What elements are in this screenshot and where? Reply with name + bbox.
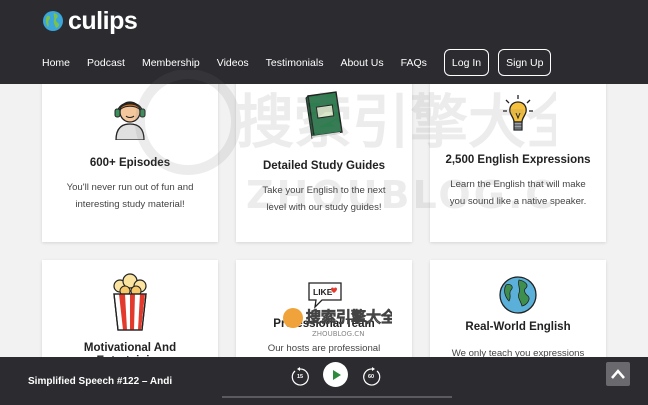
logo[interactable]: culips (42, 7, 138, 35)
card-description: We only teach you expressions (451, 348, 585, 357)
signup-button[interactable]: Sign Up (498, 49, 552, 76)
feature-card-professional-team: LIKE Professional Team Our hosts are pro… (236, 260, 412, 357)
login-button[interactable]: Log In (443, 49, 490, 76)
feature-card-motivational: Motivational And Entertaining (42, 260, 218, 357)
skip-forward-seconds: 60 (368, 374, 375, 380)
nav-videos[interactable]: Videos (217, 57, 249, 69)
nav-podcast[interactable]: Podcast (87, 57, 125, 69)
play-button[interactable] (323, 362, 348, 387)
feature-card-study-guides: Detailed Study Guides Take your English … (236, 84, 412, 242)
card-title: Real-World English (465, 321, 571, 333)
track-title: Simplified Speech #122 – Andi (28, 376, 173, 387)
chevron-up-icon (611, 369, 625, 379)
main-nav: Home Podcast Membership Videos Testimoni… (42, 49, 560, 76)
card-title: 600+ Episodes (89, 157, 171, 169)
skip-back-button[interactable]: 15 (289, 366, 311, 388)
feature-card-expressions: 2,500 English Expressions Learn the Engl… (430, 84, 606, 242)
card-title: Motivational And Entertaining (83, 342, 177, 357)
nav-home[interactable]: Home (42, 57, 70, 69)
nav-about-us[interactable]: About Us (340, 57, 383, 69)
globe-icon (499, 276, 537, 314)
feature-card-episodes: 600+ Episodes You'll never run out of fu… (42, 84, 218, 242)
card-title: Detailed Study Guides (262, 160, 386, 172)
feature-card-real-world-english: Real-World English We only teach you exp… (430, 260, 606, 357)
card-description: Our hosts are professional (267, 343, 381, 354)
skip-back-seconds: 15 (297, 374, 304, 380)
site-header: culips Home Podcast Membership Videos Te… (0, 0, 648, 84)
card-description: Learn the English that will make you sou… (449, 179, 587, 207)
card-description: Take your English to the next level with… (262, 185, 386, 213)
scroll-to-top-button[interactable] (606, 362, 630, 386)
play-icon (332, 369, 341, 380)
svg-text:LIKE: LIKE (313, 287, 333, 297)
lightbulb-icon (503, 95, 533, 131)
nav-testimonials[interactable]: Testimonials (266, 57, 324, 69)
popcorn-icon (113, 273, 147, 331)
globe-logo-icon (43, 11, 63, 31)
logo-text: culips (68, 7, 138, 35)
card-description: You'll never run out of fun and interest… (66, 182, 194, 210)
card-title: Professional Team (273, 318, 375, 330)
headphones-person-icon (114, 101, 146, 140)
skip-forward-button[interactable]: 60 (361, 366, 383, 388)
like-speech-bubble-icon: LIKE (308, 282, 342, 309)
progress-track[interactable] (222, 396, 452, 398)
nav-membership[interactable]: Membership (142, 57, 200, 69)
card-title: 2,500 English Expressions (445, 154, 591, 166)
book-icon (305, 91, 343, 140)
nav-faqs[interactable]: FAQs (401, 57, 427, 69)
features-section: 600+ Episodes You'll never run out of fu… (0, 84, 648, 357)
